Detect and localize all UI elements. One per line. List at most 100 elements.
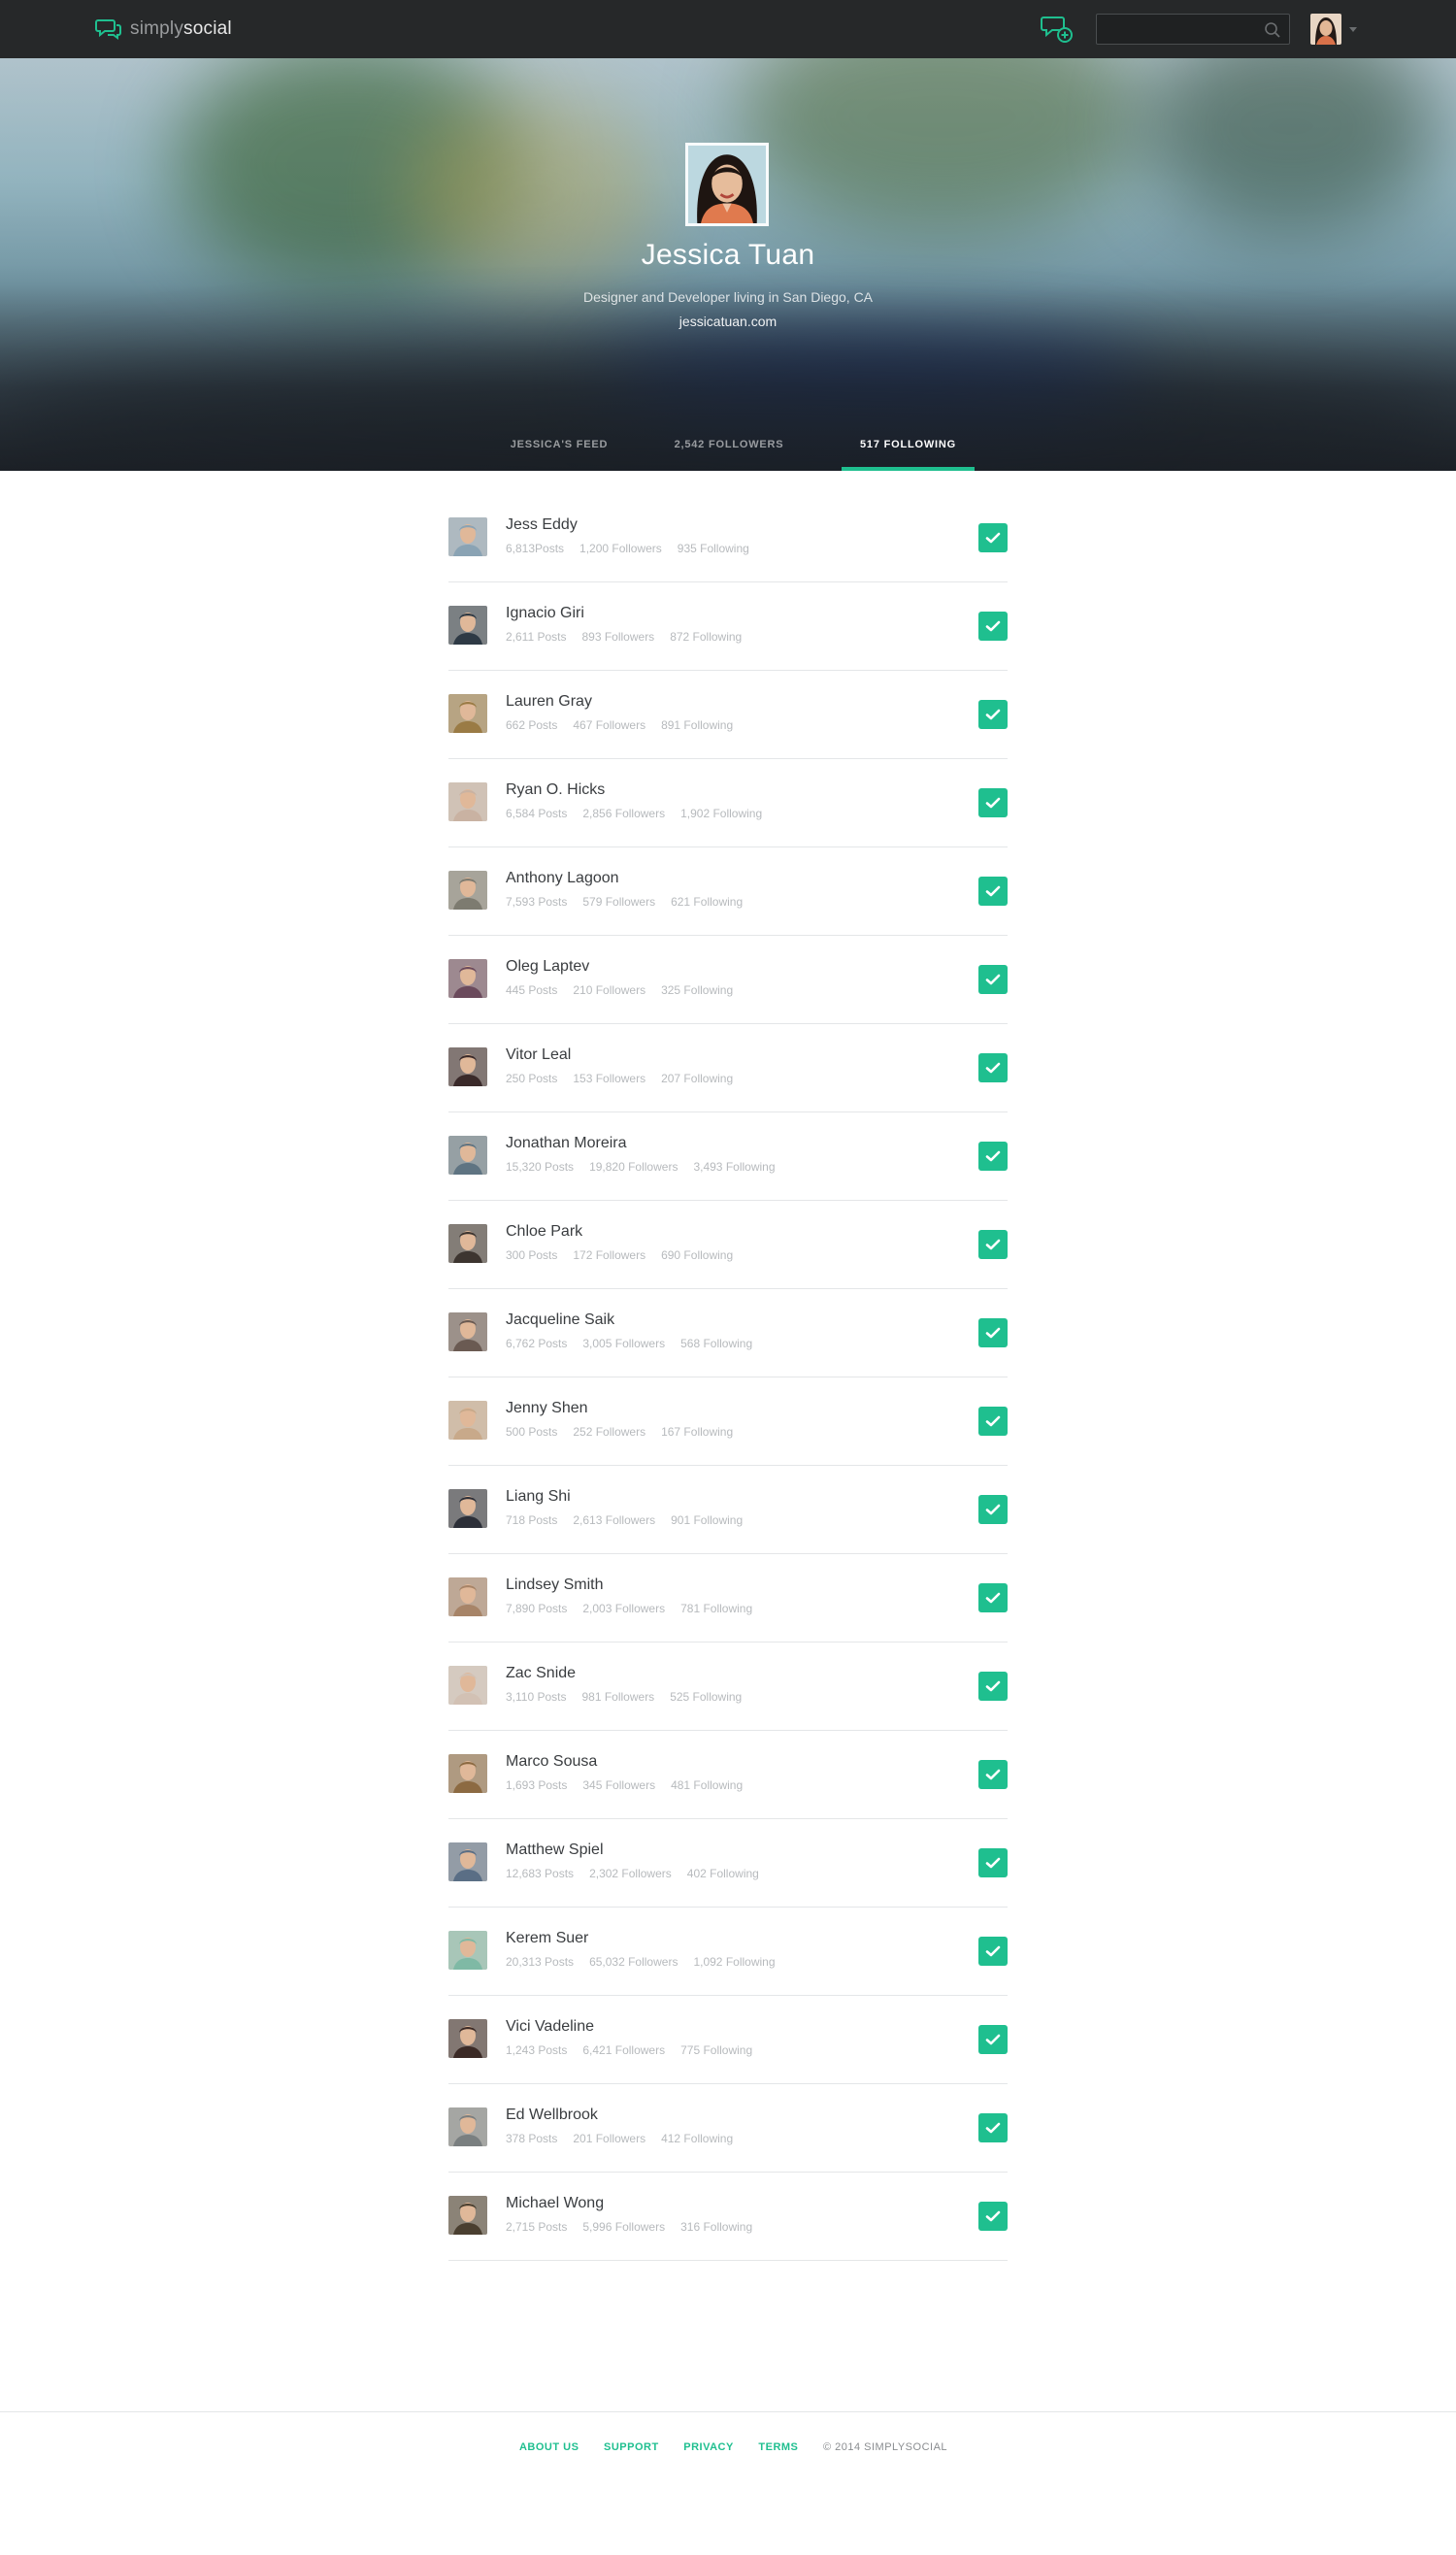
following-toggle-button[interactable] bbox=[978, 700, 1008, 729]
user-name[interactable]: Jacqueline Saik bbox=[506, 1311, 614, 1329]
following-toggle-button[interactable] bbox=[978, 1318, 1008, 1347]
footer-link-terms[interactable]: TERMS bbox=[758, 2441, 798, 2453]
avatar[interactable] bbox=[448, 959, 487, 998]
search-icon[interactable] bbox=[1264, 21, 1281, 39]
following-toggle-button[interactable] bbox=[978, 1937, 1008, 1966]
following-toggle-button[interactable] bbox=[978, 788, 1008, 817]
user-stats: 3,110 Posts 981 Followers 525 Following bbox=[506, 1690, 757, 1704]
avatar[interactable] bbox=[448, 1136, 487, 1175]
user-name[interactable]: Liang Shi bbox=[506, 1488, 571, 1506]
footer-link-about[interactable]: ABOUT US bbox=[519, 2441, 579, 2453]
avatar[interactable] bbox=[1310, 14, 1341, 45]
avatar[interactable] bbox=[448, 2107, 487, 2146]
following-toggle-button[interactable] bbox=[978, 1672, 1008, 1701]
user-name[interactable]: Ryan O. Hicks bbox=[506, 781, 605, 799]
list-item[interactable]: Ryan O. Hicks 6,584 Posts 2,856 Followers 1… bbox=[448, 759, 1008, 847]
list-item[interactable]: Chloe Park 300 Posts 172 Followers 690 Foll… bbox=[448, 1201, 1008, 1289]
list-item[interactable]: Anthony Lagoon 7,593 Posts 579 Followers 62… bbox=[448, 847, 1008, 936]
avatar-image bbox=[448, 1666, 487, 1705]
avatar[interactable] bbox=[448, 694, 487, 733]
avatar[interactable] bbox=[448, 1931, 487, 1970]
list-item[interactable]: Lauren Gray 662 Posts 467 Followers 891 Fol… bbox=[448, 671, 1008, 759]
list-item[interactable]: Michael Wong 2,715 Posts 5,996 Followers 31… bbox=[448, 2173, 1008, 2261]
compose-button[interactable] bbox=[1041, 15, 1074, 44]
following-toggle-button[interactable] bbox=[978, 965, 1008, 994]
list-item[interactable]: Jacqueline Saik 6,762 Posts 3,005 Follower… bbox=[448, 1289, 1008, 1377]
profile-website-link[interactable]: jessicatuan.com bbox=[0, 314, 1456, 329]
footer-link-support[interactable]: SUPPORT bbox=[604, 2441, 659, 2453]
list-item[interactable]: Ignacio Giri 2,611 Posts 893 Followers 872 … bbox=[448, 582, 1008, 671]
user-name[interactable]: Oleg Laptev bbox=[506, 958, 589, 976]
user-name[interactable]: Lindsey Smith bbox=[506, 1576, 604, 1594]
following-count: 167 Following bbox=[661, 1425, 734, 1439]
list-item[interactable]: Marco Sousa 1,693 Posts 345 Followers 481 F… bbox=[448, 1731, 1008, 1819]
list-item[interactable]: Vici Vadeline 1,243 Posts 6,421 Followers 7… bbox=[448, 1996, 1008, 2084]
profile-hero: Jessica Tuan Designer and Developer livi… bbox=[0, 58, 1456, 471]
list-item[interactable]: Matthew Spiel 12,683 Posts 2,302 Followers… bbox=[448, 1819, 1008, 1908]
following-toggle-button[interactable] bbox=[978, 1848, 1008, 1877]
list-item[interactable]: Vitor Leal 250 Posts 153 Followers 207 Foll… bbox=[448, 1024, 1008, 1112]
list-item[interactable]: Lindsey Smith 7,890 Posts 2,003 Followers 7… bbox=[448, 1554, 1008, 1642]
user-name[interactable]: Michael Wong bbox=[506, 2195, 604, 2212]
following-toggle-button[interactable] bbox=[978, 2025, 1008, 2054]
avatar[interactable] bbox=[448, 1666, 487, 1705]
user-name[interactable]: Anthony Lagoon bbox=[506, 870, 619, 887]
following-count: 775 Following bbox=[680, 2043, 753, 2057]
list-item[interactable]: Kerem Suer 20,313 Posts 65,032 Followers 1,… bbox=[448, 1908, 1008, 1996]
avatar[interactable] bbox=[448, 782, 487, 821]
avatar[interactable] bbox=[448, 1047, 487, 1086]
user-name[interactable]: Jenny Shen bbox=[506, 1400, 588, 1417]
avatar[interactable] bbox=[448, 1224, 487, 1263]
user-name[interactable]: Jonathan Moreira bbox=[506, 1135, 627, 1152]
search-input[interactable] bbox=[1097, 15, 1257, 44]
list-item[interactable]: Ed Wellbrook 378 Posts 201 Followers 412 Fo… bbox=[448, 2084, 1008, 2173]
user-menu[interactable] bbox=[1310, 13, 1357, 46]
following-toggle-button[interactable] bbox=[978, 1583, 1008, 1612]
avatar[interactable] bbox=[448, 2196, 487, 2235]
avatar[interactable] bbox=[448, 1842, 487, 1881]
list-item[interactable]: Zac Snide 3,110 Posts 981 Followers 525 Fol… bbox=[448, 1642, 1008, 1731]
user-name[interactable]: Chloe Park bbox=[506, 1223, 582, 1241]
avatar[interactable] bbox=[448, 1489, 487, 1528]
user-name[interactable]: Vici Vadeline bbox=[506, 2018, 594, 2036]
following-toggle-button[interactable] bbox=[978, 1760, 1008, 1789]
following-toggle-button[interactable] bbox=[978, 523, 1008, 552]
following-toggle-button[interactable] bbox=[978, 1495, 1008, 1524]
user-name[interactable]: Matthew Spiel bbox=[506, 1842, 604, 1859]
following-toggle-button[interactable] bbox=[978, 612, 1008, 641]
following-toggle-button[interactable] bbox=[978, 2113, 1008, 2142]
following-toggle-button[interactable] bbox=[978, 1142, 1008, 1171]
avatar[interactable] bbox=[448, 1754, 487, 1793]
user-name[interactable]: Jess Eddy bbox=[506, 516, 578, 534]
avatar[interactable] bbox=[448, 871, 487, 910]
list-item[interactable]: Oleg Laptev 445 Posts 210 Followers 325 Fol… bbox=[448, 936, 1008, 1024]
tab-feed[interactable]: JESSICA'S FEED bbox=[500, 432, 618, 471]
avatar[interactable] bbox=[448, 606, 487, 645]
user-name[interactable]: Zac Snide bbox=[506, 1665, 576, 1682]
following-toggle-button[interactable] bbox=[978, 1230, 1008, 1259]
list-item[interactable]: Jonathan Moreira 15,320 Posts 19,820 Follo… bbox=[448, 1112, 1008, 1201]
user-name[interactable]: Lauren Gray bbox=[506, 693, 592, 711]
list-item[interactable]: Jenny Shen 500 Posts 252 Followers 167 Foll… bbox=[448, 1377, 1008, 1466]
following-toggle-button[interactable] bbox=[978, 1053, 1008, 1082]
user-name[interactable]: Ed Wellbrook bbox=[506, 2107, 598, 2124]
avatar[interactable] bbox=[448, 1577, 487, 1616]
avatar[interactable] bbox=[448, 1401, 487, 1440]
following-toggle-button[interactable] bbox=[978, 1407, 1008, 1436]
footer-link-privacy[interactable]: PRIVACY bbox=[683, 2441, 734, 2453]
user-name[interactable]: Ignacio Giri bbox=[506, 605, 584, 622]
list-item[interactable]: Jess Eddy 6,813Posts 1,200 Followers 935 Fo… bbox=[448, 494, 1008, 582]
profile-avatar[interactable] bbox=[685, 143, 769, 226]
avatar[interactable] bbox=[448, 517, 487, 556]
avatar[interactable] bbox=[448, 1312, 487, 1351]
user-name[interactable]: Marco Sousa bbox=[506, 1753, 597, 1771]
following-toggle-button[interactable] bbox=[978, 877, 1008, 906]
following-toggle-button[interactable] bbox=[978, 2202, 1008, 2231]
list-item[interactable]: Liang Shi 718 Posts 2,613 Followers 901 Fol… bbox=[448, 1466, 1008, 1554]
user-name[interactable]: Vitor Leal bbox=[506, 1046, 571, 1064]
avatar[interactable] bbox=[448, 2019, 487, 2058]
tab-followers[interactable]: 2,542 FOLLOWERS bbox=[664, 432, 794, 471]
tab-following[interactable]: 517 FOLLOWING bbox=[842, 432, 975, 471]
brand-logo[interactable]: simplysocial bbox=[95, 17, 232, 42]
user-name[interactable]: Kerem Suer bbox=[506, 1930, 588, 1947]
